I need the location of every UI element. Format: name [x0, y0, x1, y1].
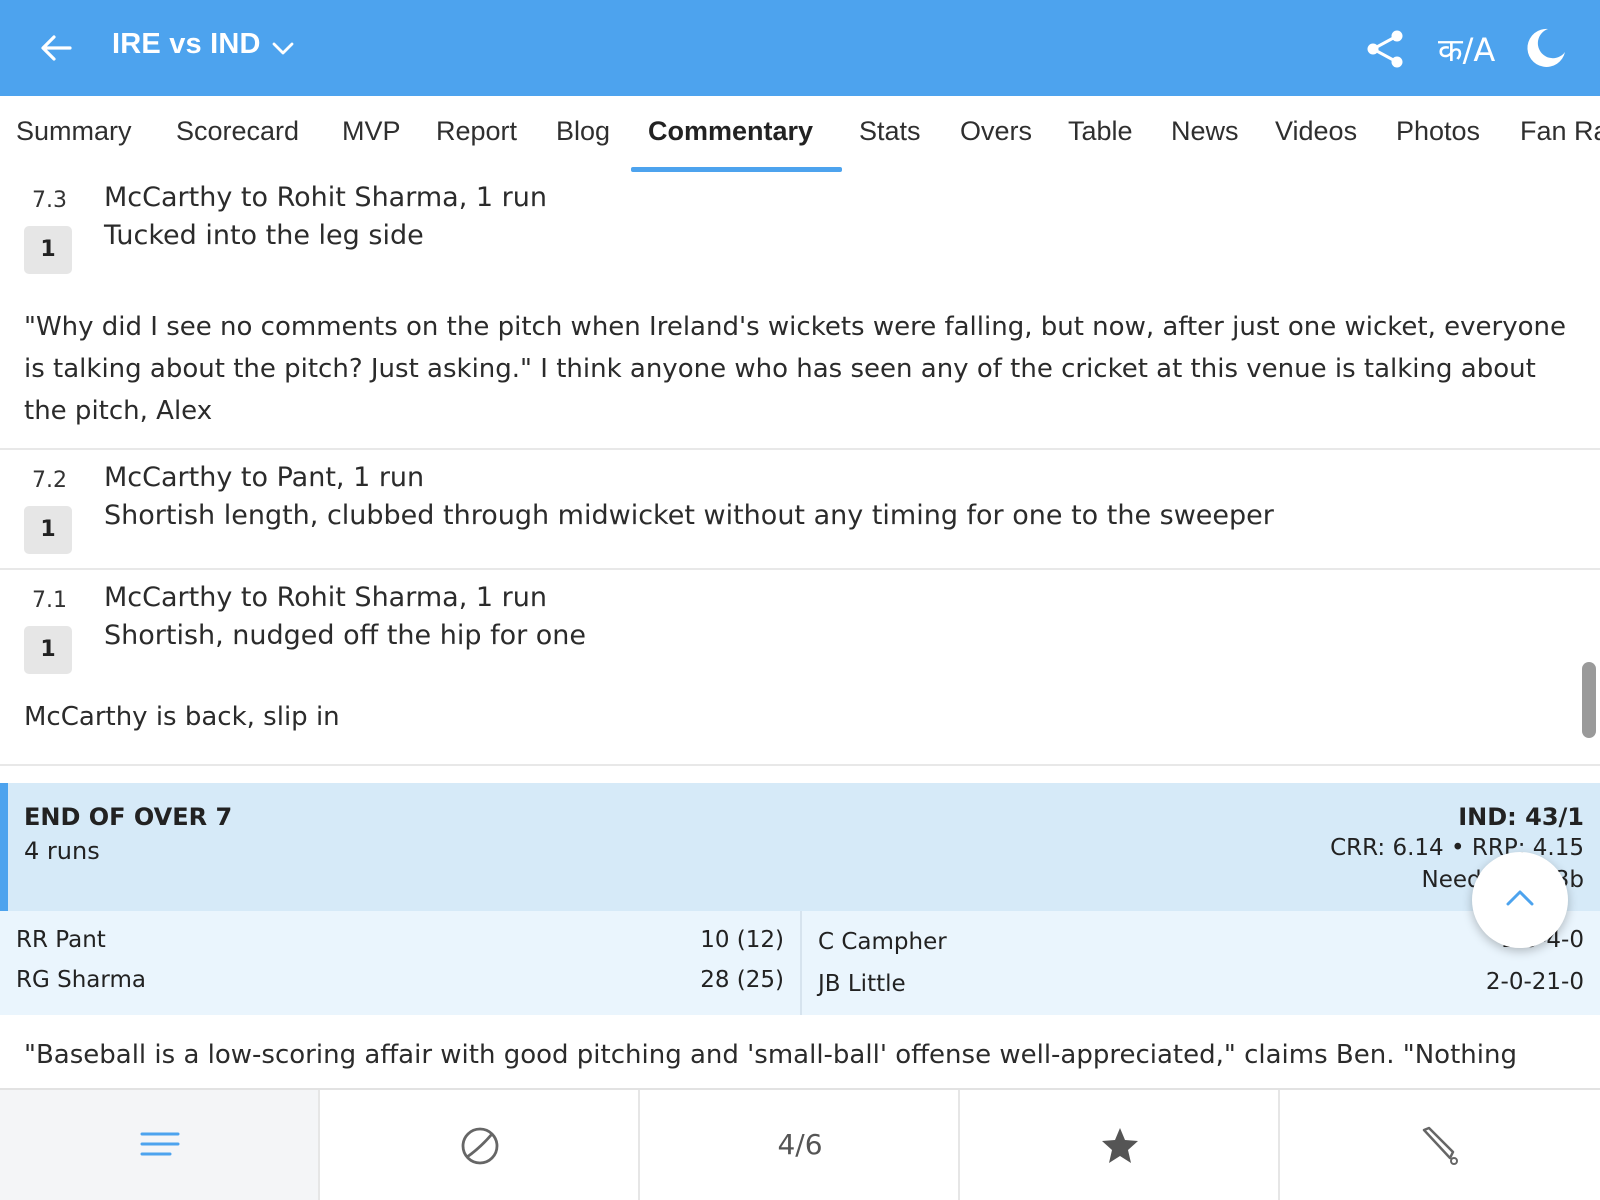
- tab-fan-ratings[interactable]: Fan Ra: [1520, 116, 1600, 147]
- tab-news[interactable]: News: [1171, 116, 1239, 147]
- match-title[interactable]: IRE vs IND: [112, 28, 261, 61]
- runs-badge: 1: [24, 626, 72, 674]
- back-arrow-icon[interactable]: [36, 28, 76, 68]
- batter-score: 10 (12): [700, 927, 784, 953]
- tab-overs[interactable]: Overs: [960, 116, 1032, 147]
- active-tab-indicator: [631, 167, 842, 172]
- over-runs: 4 runs: [24, 837, 100, 865]
- divider: [0, 568, 1600, 570]
- nav-batting[interactable]: [1280, 1090, 1600, 1200]
- bowler-figures: 2-0-21-0: [1485, 969, 1584, 995]
- tab-blog[interactable]: Blog: [556, 116, 610, 147]
- tab-table[interactable]: Table: [1068, 116, 1133, 147]
- ball-headline: McCarthy to Rohit Sharma, 1 run: [104, 582, 547, 613]
- batter-score: 28 (25): [700, 967, 784, 993]
- ball-description: Shortish length, clubbed through midwick…: [104, 500, 1274, 531]
- cricket-bat-icon: [1422, 1126, 1458, 1165]
- runs-badge: 1: [24, 226, 72, 274]
- runs-badge: 1: [24, 506, 72, 554]
- tab-photos[interactable]: Photos: [1396, 116, 1480, 147]
- nav-highlights[interactable]: [960, 1090, 1280, 1200]
- bowler-name: JB Little: [818, 971, 906, 997]
- scroll-to-top-button[interactable]: [1472, 852, 1568, 948]
- bottom-navigation: 4/6: [0, 1088, 1600, 1200]
- ball-headline: McCarthy to Rohit Sharma, 1 run: [104, 182, 547, 213]
- commentary-note: "Baseball is a low-scoring affair with g…: [24, 1040, 1517, 1070]
- tab-commentary[interactable]: Commentary: [648, 116, 813, 147]
- ball-headline: McCarthy to Pant, 1 run: [104, 462, 425, 493]
- players-divider: [800, 911, 802, 1015]
- commentary-feed: 7.3 1 McCarthy to Rohit Sharma, 1 run Tu…: [0, 176, 1600, 1088]
- tab-mvp[interactable]: MVP: [342, 116, 401, 147]
- end-of-over-title: END OF OVER 7: [24, 803, 233, 831]
- tab-scorecard[interactable]: Scorecard: [176, 116, 299, 147]
- tab-videos[interactable]: Videos: [1275, 116, 1357, 147]
- ball-number: 7.2: [32, 468, 67, 493]
- nav-fours-sixes[interactable]: 4/6: [640, 1090, 960, 1200]
- batter-name: RR Pant: [16, 927, 106, 953]
- bowler-name: C Campher: [818, 929, 947, 955]
- language-toggle-icon[interactable]: क/A: [1438, 28, 1495, 70]
- nav-menu[interactable]: [0, 1090, 320, 1200]
- fours-sixes-label: 4/6: [777, 1128, 823, 1161]
- commentary-note: McCarthy is back, slip in: [24, 702, 340, 732]
- tab-summary[interactable]: Summary: [16, 116, 132, 147]
- chevron-down-icon[interactable]: [270, 36, 296, 60]
- ball-icon: [461, 1127, 499, 1165]
- batter-name: RG Sharma: [16, 967, 146, 993]
- players-summary: RR Pant 10 (12) RG Sharma 28 (25) C Camp…: [0, 911, 1600, 1015]
- chevron-up-icon: [1506, 890, 1534, 906]
- ball-number: 7.1: [32, 588, 67, 613]
- scrollbar-thumb[interactable]: [1582, 662, 1596, 738]
- team-score: IND: 43/1: [1458, 803, 1584, 831]
- app-header: IRE vs IND क/A: [0, 0, 1600, 96]
- divider: [0, 448, 1600, 450]
- tab-stats[interactable]: Stats: [859, 116, 921, 147]
- commentary-note: "Why did I see no comments on the pitch …: [24, 312, 1566, 426]
- ball-number: 7.3: [32, 188, 67, 213]
- dark-mode-moon-icon[interactable]: [1524, 26, 1568, 70]
- ball-description: Shortish, nudged off the hip for one: [104, 620, 587, 651]
- share-icon[interactable]: [1364, 28, 1406, 70]
- match-tabs: Summary Scorecard MVP Report Blog Commen…: [0, 96, 1600, 176]
- nav-live-ball[interactable]: [320, 1090, 640, 1200]
- star-icon: [1102, 1128, 1138, 1163]
- ball-description: Tucked into the leg side: [104, 220, 424, 251]
- run-rates: CRR: 6.14 • RRP: 4.15: [1330, 835, 1584, 861]
- tab-report[interactable]: Report: [436, 116, 517, 147]
- divider: [0, 764, 1600, 766]
- end-of-over-summary: END OF OVER 7 4 runs IND: 43/1 CRR: 6.14…: [0, 783, 1600, 911]
- menu-lines-icon: [140, 1132, 180, 1156]
